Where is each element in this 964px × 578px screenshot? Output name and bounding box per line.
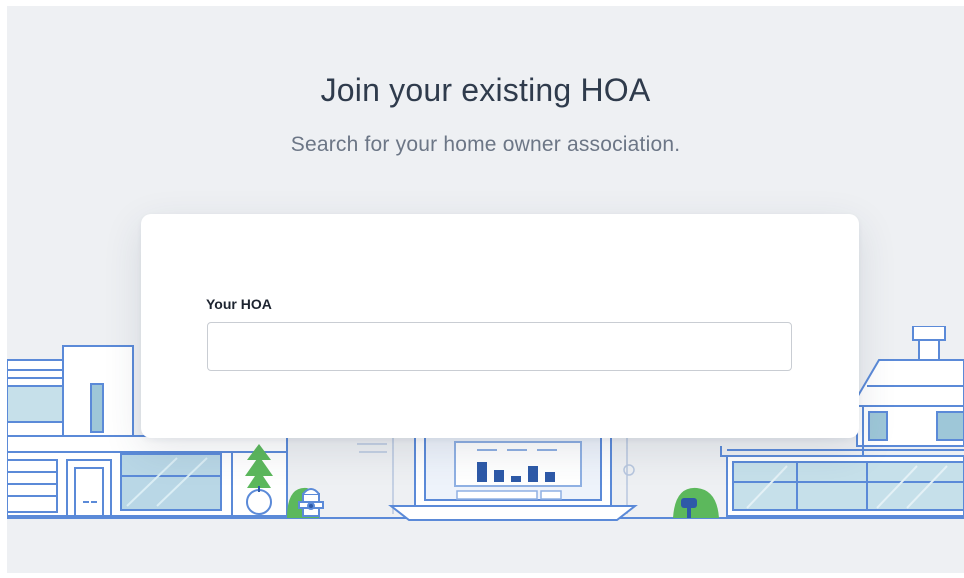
hoa-search-card: Your HOA [141, 214, 859, 438]
fire-hydrant-icon [298, 488, 324, 517]
page-background: Join your existing HOA Search for your h… [7, 6, 964, 573]
page-subtitle: Search for your home owner association. [290, 133, 681, 156]
hoa-field-label: Your HOA [206, 296, 272, 312]
hoa-search-input[interactable] [207, 322, 792, 371]
laptop-illustration [388, 425, 638, 521]
page-title: Join your existing HOA [320, 72, 651, 108]
